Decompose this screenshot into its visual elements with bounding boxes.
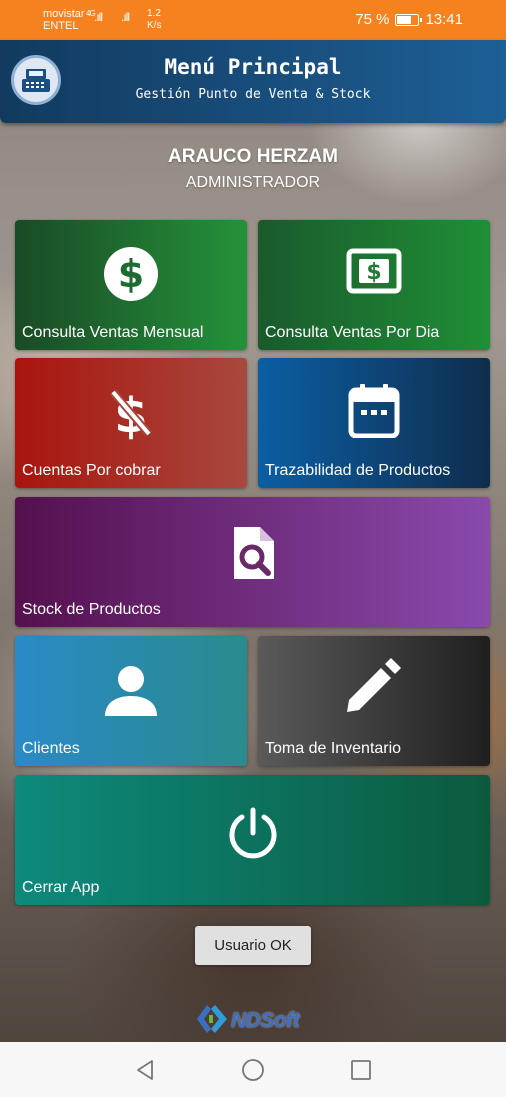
tile-clientes[interactable]: Clientes bbox=[15, 636, 247, 766]
speed-value: 1.2 bbox=[147, 8, 161, 19]
tile-label: Toma de Inventario bbox=[265, 740, 402, 757]
navigation-bar bbox=[0, 1042, 506, 1097]
status-right: 75 % 13:41 bbox=[355, 11, 463, 28]
battery-icon bbox=[395, 13, 423, 26]
carrier-name: movistar bbox=[43, 8, 85, 20]
signal-icon: .ıll bbox=[94, 10, 103, 24]
brand-text: NDSoft bbox=[231, 1009, 300, 1032]
person-icon bbox=[103, 664, 159, 720]
signal-icon-2: .ıll bbox=[121, 10, 130, 24]
nd-logo-icon bbox=[195, 1003, 229, 1040]
svg-text:$: $ bbox=[366, 260, 381, 285]
tile-cuentas-por-cobrar[interactable]: $ Cuentas Por cobrar bbox=[15, 358, 247, 488]
usuario-ok-button[interactable]: Usuario OK bbox=[195, 926, 311, 965]
speed-unit: K/s bbox=[147, 20, 162, 31]
dollar-off-icon: $ bbox=[107, 386, 155, 440]
tile-label: Trazabilidad de Productos bbox=[265, 462, 451, 479]
tile-label: Cuentas Por cobrar bbox=[22, 462, 161, 479]
tile-toma-de-inventario[interactable]: Toma de Inventario bbox=[258, 636, 490, 766]
page-title: Menú Principal bbox=[164, 55, 342, 79]
dollar-bill-icon: $ bbox=[346, 248, 402, 294]
tile-cerrar-app[interactable]: Cerrar App bbox=[15, 775, 490, 905]
tile-label: Clientes bbox=[22, 740, 80, 757]
tile-label: Cerrar App bbox=[22, 879, 100, 896]
clock: 13:41 bbox=[425, 11, 463, 28]
file-search-icon bbox=[230, 525, 276, 581]
status-bar: movistar ENTEL 4G .ıll .ıll 1.2 K/s 75 %… bbox=[0, 0, 506, 40]
app-header: Menú Principal Gestión Punto de Venta & … bbox=[0, 40, 506, 123]
tile-consulta-ventas-por-dia[interactable]: $ Consulta Ventas Por Dia bbox=[258, 220, 490, 350]
page-subtitle: Gestión Punto de Venta & Stock bbox=[135, 87, 371, 102]
brand-logo: NDSoft bbox=[195, 1003, 300, 1040]
tile-label: Consulta Ventas Por Dia bbox=[265, 324, 440, 341]
user-name: ARAUCO HERZAM bbox=[168, 146, 338, 167]
tile-stock-de-productos[interactable]: Stock de Productos bbox=[15, 497, 490, 627]
calendar-icon bbox=[348, 382, 400, 438]
tile-label: Consulta Ventas Mensual bbox=[22, 324, 204, 341]
tile-label: Stock de Productos bbox=[22, 601, 161, 618]
back-triangle-icon[interactable] bbox=[132, 1057, 158, 1083]
network-speed: 1.2 K/s bbox=[147, 8, 161, 32]
recents-square-icon[interactable] bbox=[348, 1057, 374, 1083]
user-role: ADMINISTRADOR bbox=[185, 174, 321, 191]
tile-consulta-ventas-mensual[interactable]: $ Consulta Ventas Mensual bbox=[15, 220, 247, 350]
dollar-circle-icon: $ bbox=[103, 246, 159, 302]
carrier-network: ENTEL bbox=[43, 20, 79, 32]
pencil-icon bbox=[345, 656, 403, 714]
battery-percent: 75 % bbox=[355, 11, 390, 28]
home-circle-icon[interactable] bbox=[240, 1057, 266, 1083]
tile-trazabilidad-de-productos[interactable]: Trazabilidad de Productos bbox=[258, 358, 490, 488]
svg-text:$: $ bbox=[118, 252, 144, 296]
battery-level bbox=[397, 15, 412, 24]
carrier-info: movistar ENTEL bbox=[43, 8, 85, 32]
power-icon bbox=[227, 807, 279, 859]
